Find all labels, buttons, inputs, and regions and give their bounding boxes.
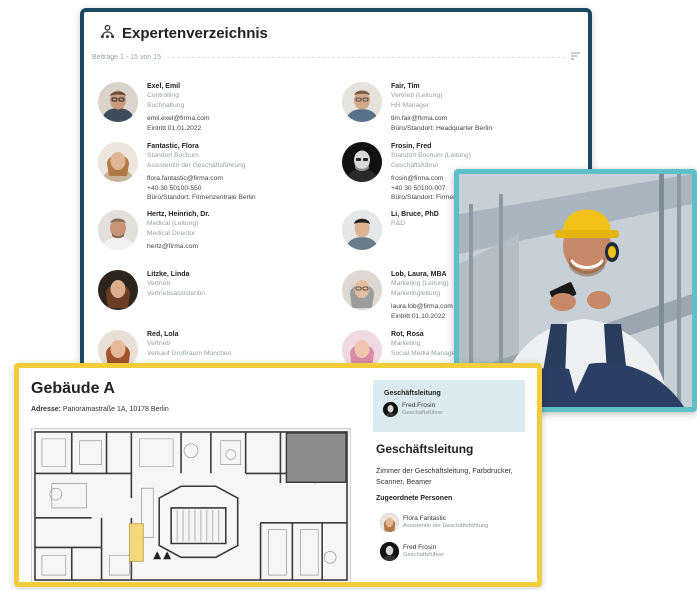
- expert-location: Büro/Standort: Firmenzentrale Berlin: [147, 194, 256, 202]
- expert-name[interactable]: Fantastic, Flora: [147, 142, 265, 151]
- assigned-person-role: Assistentin der Geschäftsführung: [403, 522, 489, 529]
- floor-plan[interactable]: [31, 428, 351, 582]
- building-panel: Gebäude A Adresse: Panoramastraße 1A, 10…: [14, 363, 542, 587]
- building-address: Adresse: Panoramastraße 1A, 10178 Berlin: [31, 406, 169, 413]
- popup-person-role: Geschäftsführer: [402, 409, 444, 416]
- expert-name[interactable]: Exel, Emil: [147, 82, 265, 91]
- expert-role: HR Manager: [391, 101, 429, 109]
- expert-name[interactable]: Red, Lola: [147, 330, 265, 339]
- expert-card-hertz[interactable]: Hertz, Heinrich, Dr. Medical (Leitung) M…: [98, 210, 265, 252]
- divider: [166, 56, 565, 58]
- assigned-persons-heading: Zugeordnete Personen: [376, 495, 453, 502]
- address-value: Panoramastraße 1A, 10178 Berlin: [62, 406, 169, 413]
- assigned-person-fantastic[interactable]: Flora Fantastic Assistentin der Geschäft…: [380, 513, 488, 532]
- expert-role: Medical Director: [147, 229, 196, 237]
- room-title: Geschäftsleitung: [376, 442, 474, 456]
- popup-title: Geschäftsleitung: [384, 390, 441, 397]
- result-count-text: Beiträge 1 - 15 von 15: [92, 53, 161, 61]
- expert-role: Vertriebsassistentin: [147, 289, 205, 297]
- expert-phone[interactable]: +40 30 50100-550: [147, 184, 265, 193]
- expert-department: Medical (Leitung): [147, 220, 199, 228]
- room-popup[interactable]: Geschäftsleitung Fred Frosin Geschäftsfü…: [373, 380, 525, 432]
- expert-email[interactable]: hertz@firma.com: [147, 242, 265, 251]
- avatar: [98, 142, 138, 182]
- assigned-person-name[interactable]: Flora Fantastic: [403, 515, 488, 523]
- popup-person[interactable]: Fred Frosin Geschäftsführer: [383, 402, 444, 418]
- avatar: [342, 270, 382, 310]
- expert-email[interactable]: emil.exel@firma.com: [147, 114, 265, 123]
- directory-result-count: Beiträge 1 - 15 von 15: [92, 52, 580, 62]
- expert-role: Verkauf Großraum München: [147, 349, 232, 357]
- expert-name[interactable]: Hertz, Heinrich, Dr.: [147, 210, 265, 219]
- avatar: [383, 402, 398, 418]
- address-label: Adresse:: [31, 406, 61, 413]
- assigned-person-frosin[interactable]: Fred Frosin Geschäftsführer: [380, 542, 444, 561]
- expert-department: Vertrieb: [147, 280, 171, 288]
- expert-location: Büro/Standort: Headquarter Berlin: [391, 124, 493, 132]
- expert-email[interactable]: flora.fantastic@firma.com: [147, 174, 265, 183]
- expert-name[interactable]: Litzke, Linda: [147, 270, 265, 279]
- expert-network-icon: [100, 24, 115, 43]
- avatar: [98, 210, 138, 250]
- expert-department: Vertrieb (Leitung): [391, 92, 443, 100]
- expert-role: Assistentin der Geschäftsführung: [147, 161, 246, 169]
- expert-department: Standort Bochum: [147, 152, 199, 160]
- assigned-person-name[interactable]: Fred Frosin: [403, 544, 444, 552]
- expert-department: Standort Bochum (Leitung): [391, 152, 471, 160]
- expert-email[interactable]: tim.fair@firma.com: [391, 114, 509, 123]
- avatar: [342, 210, 382, 250]
- avatar: [342, 142, 382, 182]
- avatar: [380, 513, 399, 532]
- room-description: Zimmer der Geschäftsleitung, Farbdrucker…: [376, 466, 513, 487]
- directory-title-text: Expertenverzeichnis: [122, 25, 268, 42]
- avatar: [98, 82, 138, 122]
- avatar: [98, 270, 138, 310]
- expert-name[interactable]: Frosin, Fred: [391, 142, 509, 151]
- list-sort-icon[interactable]: [571, 52, 580, 62]
- expert-name[interactable]: Fair, Tim: [391, 82, 509, 91]
- avatar: [380, 542, 399, 561]
- expert-department: Vertrieb: [147, 340, 171, 348]
- avatar: [342, 82, 382, 122]
- expert-card-fair[interactable]: Fair, Tim Vertrieb (Leitung) HR Manager …: [342, 82, 509, 133]
- popup-person-name[interactable]: Fred Frosin: [402, 402, 443, 410]
- expert-role: Buchhaltung: [147, 101, 185, 109]
- expert-entry-date: Eintritt 01.01.2022: [147, 124, 202, 132]
- expert-card-exel[interactable]: Exel, Emil Controlling Buchhaltung emil.…: [98, 82, 265, 133]
- expert-department: Controlling: [147, 92, 179, 100]
- directory-title: Expertenverzeichnis: [100, 24, 268, 43]
- expert-card-fantastic[interactable]: Fantastic, Flora Standort Bochum Assiste…: [98, 142, 265, 202]
- building-title: Gebäude A: [31, 380, 115, 397]
- expert-card-litzke[interactable]: Litzke, Linda Vertrieb Vertriebsassisten…: [98, 270, 265, 310]
- assigned-person-role: Geschäftsführer: [403, 551, 445, 558]
